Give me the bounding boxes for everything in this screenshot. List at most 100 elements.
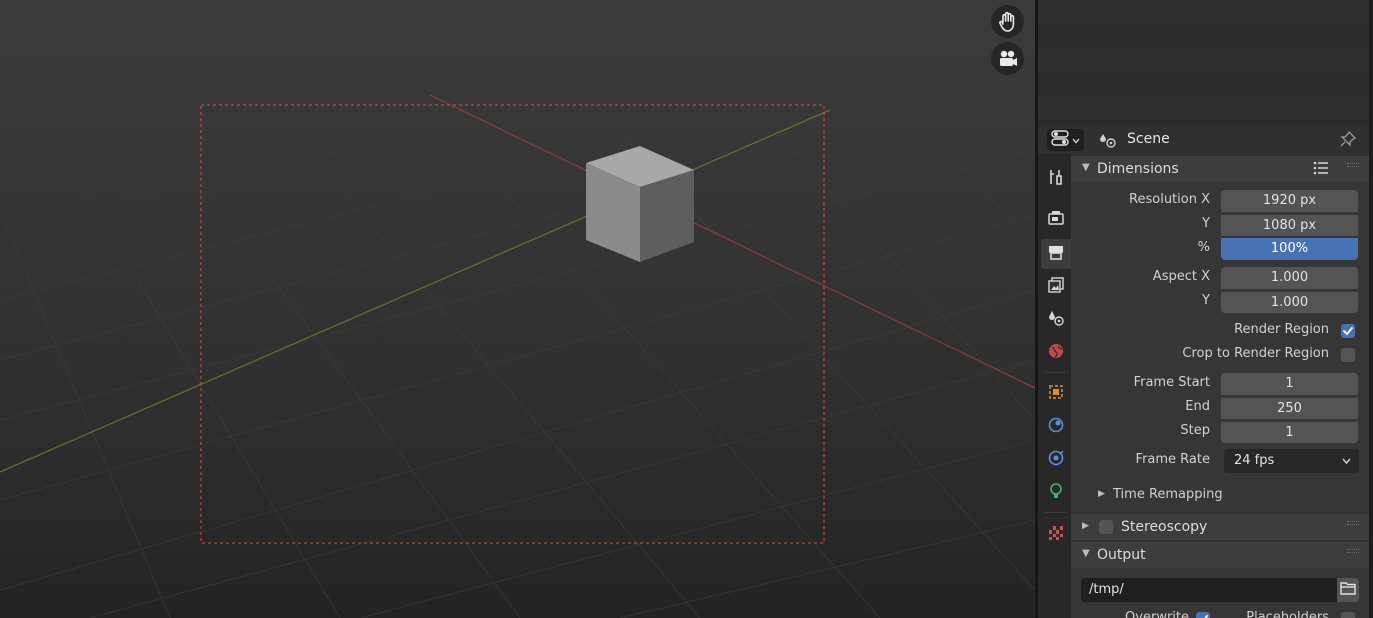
properties-editor-icon	[1051, 130, 1069, 150]
object-icon	[1047, 383, 1065, 405]
tab-output[interactable]	[1041, 239, 1071, 269]
scene-icon	[1099, 131, 1117, 153]
expand-triangle-icon: ▶	[1082, 521, 1089, 531]
crop-to-render-region-checkbox[interactable]	[1341, 348, 1355, 362]
resolution-y-label: Y	[1202, 216, 1210, 231]
output-panel-header[interactable]: ▼ Output	[1071, 542, 1369, 568]
aspect-x-field[interactable]: 1.000	[1221, 267, 1358, 289]
frame-step-label: Step	[1180, 423, 1210, 438]
tab-texture[interactable]	[1041, 520, 1071, 550]
editor-type-selector[interactable]	[1047, 129, 1084, 151]
hand-icon[interactable]	[991, 5, 1024, 38]
stereoscopy-title: Stereoscopy	[1121, 519, 1208, 535]
output-panel-body: /tmp/ Overwrite Placeholders	[1071, 568, 1369, 618]
output-path-field[interactable]: /tmp/	[1081, 578, 1337, 602]
render-icon	[1047, 209, 1065, 231]
aspect-y-label: Y	[1202, 293, 1210, 308]
camera-icon[interactable]	[991, 42, 1024, 75]
y-axis-line	[0, 109, 831, 473]
resolution-x-field[interactable]: 1920 px	[1221, 190, 1358, 212]
render-region-border[interactable]	[200, 104, 825, 544]
tab-constraint[interactable]	[1041, 445, 1071, 475]
tab-data-light[interactable]	[1041, 478, 1071, 508]
frame-start-field[interactable]: 1	[1221, 373, 1358, 395]
aspect-x-label: Aspect X	[1152, 269, 1210, 284]
crop-to-render-region-label: Crop to Render Region	[1182, 346, 1329, 361]
frame-start-label: Frame Start	[1133, 375, 1210, 390]
folder-browse-button[interactable]	[1337, 578, 1359, 602]
resolution-y-field[interactable]: 1080 px	[1221, 214, 1358, 236]
data-light-icon	[1047, 482, 1065, 504]
scene-name: Scene	[1127, 131, 1170, 147]
drag-grip-icon[interactable]	[1347, 521, 1359, 533]
tab-physics[interactable]	[1041, 412, 1071, 442]
frame-rate-label: Frame Rate	[1135, 452, 1210, 467]
tab-world[interactable]	[1041, 338, 1071, 368]
view-layer-icon	[1047, 276, 1065, 298]
tab-render[interactable]	[1041, 205, 1071, 235]
output-title: Output	[1097, 547, 1146, 563]
checkmark-icon	[1343, 327, 1353, 336]
time-remapping-label: Time Remapping	[1113, 487, 1223, 502]
frame-rate-dropdown[interactable]: 24 fps	[1224, 449, 1359, 473]
tool-icon	[1047, 168, 1065, 190]
outliner-panel[interactable]	[1038, 0, 1369, 121]
tab-separator	[1045, 372, 1067, 373]
drag-grip-icon[interactable]	[1347, 163, 1359, 175]
frame-rate-value: 24 fps	[1234, 453, 1275, 468]
tab-tool[interactable]	[1041, 164, 1071, 194]
stereoscopy-panel-header[interactable]: ▶ Stereoscopy	[1071, 514, 1369, 540]
floor-grid	[0, 0, 1035, 618]
properties-header: Scene	[1038, 125, 1369, 154]
x-axis-line	[429, 94, 1035, 389]
overwrite-checkbox[interactable]	[1196, 612, 1210, 618]
outliner-row[interactable]	[1038, 24, 1369, 48]
outliner-row[interactable]	[1038, 48, 1369, 72]
default-cube[interactable]	[586, 146, 694, 262]
frame-step-field[interactable]: 1	[1221, 421, 1358, 443]
presets-list-icon[interactable]	[1313, 161, 1329, 179]
overwrite-label: Overwrite	[1125, 610, 1189, 618]
folder-icon	[1340, 581, 1356, 599]
dimensions-panel-header[interactable]: ▼ Dimensions	[1071, 156, 1369, 182]
scrollbar-track[interactable]	[1369, 0, 1373, 618]
time-remapping-subpanel-header[interactable]: ▶ Time Remapping	[1071, 483, 1369, 507]
properties-content: ▼ Dimensions Resolution X 1920 px Y 1080…	[1071, 154, 1369, 618]
render-region-label: Render Region	[1234, 322, 1329, 337]
pin-icon[interactable]	[1340, 130, 1357, 151]
properties-tabs	[1038, 154, 1071, 618]
resolution-percent-label: %	[1197, 240, 1210, 255]
render-region-checkbox[interactable]	[1341, 324, 1355, 338]
tab-scene[interactable]	[1041, 305, 1071, 335]
frame-end-field[interactable]: 250	[1221, 397, 1358, 419]
tab-separator	[1045, 512, 1067, 513]
placeholders-checkbox[interactable]	[1341, 612, 1355, 618]
collapse-triangle-icon: ▼	[1082, 162, 1090, 173]
aspect-y-field[interactable]: 1.000	[1221, 291, 1358, 313]
tab-view-layer[interactable]	[1041, 272, 1071, 302]
frame-end-label: End	[1185, 399, 1210, 414]
viewport-scene	[0, 0, 1035, 618]
checkmark-icon	[1204, 615, 1208, 618]
dimensions-title: Dimensions	[1097, 161, 1179, 177]
stereoscopy-checkbox[interactable]	[1099, 520, 1113, 534]
constraint-icon	[1047, 449, 1065, 471]
outliner-row[interactable]	[1038, 0, 1369, 24]
output-icon	[1047, 243, 1065, 265]
texture-icon	[1047, 524, 1065, 546]
expand-triangle-icon: ▶	[1098, 489, 1105, 499]
scene-icon	[1047, 309, 1065, 331]
collapse-triangle-icon: ▼	[1082, 548, 1090, 559]
placeholders-label: Placeholders	[1246, 610, 1329, 618]
chevron-down-icon	[1342, 449, 1351, 482]
resolution-percent-field[interactable]: 100%	[1221, 238, 1358, 260]
drag-grip-icon[interactable]	[1347, 549, 1359, 561]
resolution-x-label: Resolution X	[1129, 192, 1210, 207]
chevron-down-icon	[1072, 133, 1080, 148]
3d-viewport[interactable]	[0, 0, 1035, 618]
tab-object[interactable]	[1041, 379, 1071, 409]
dimensions-panel-body: Resolution X 1920 px Y 1080 px % 100% As…	[1071, 182, 1369, 512]
physics-icon	[1047, 416, 1065, 438]
outliner-row[interactable]	[1038, 72, 1369, 96]
outliner-row[interactable]	[1038, 96, 1369, 120]
